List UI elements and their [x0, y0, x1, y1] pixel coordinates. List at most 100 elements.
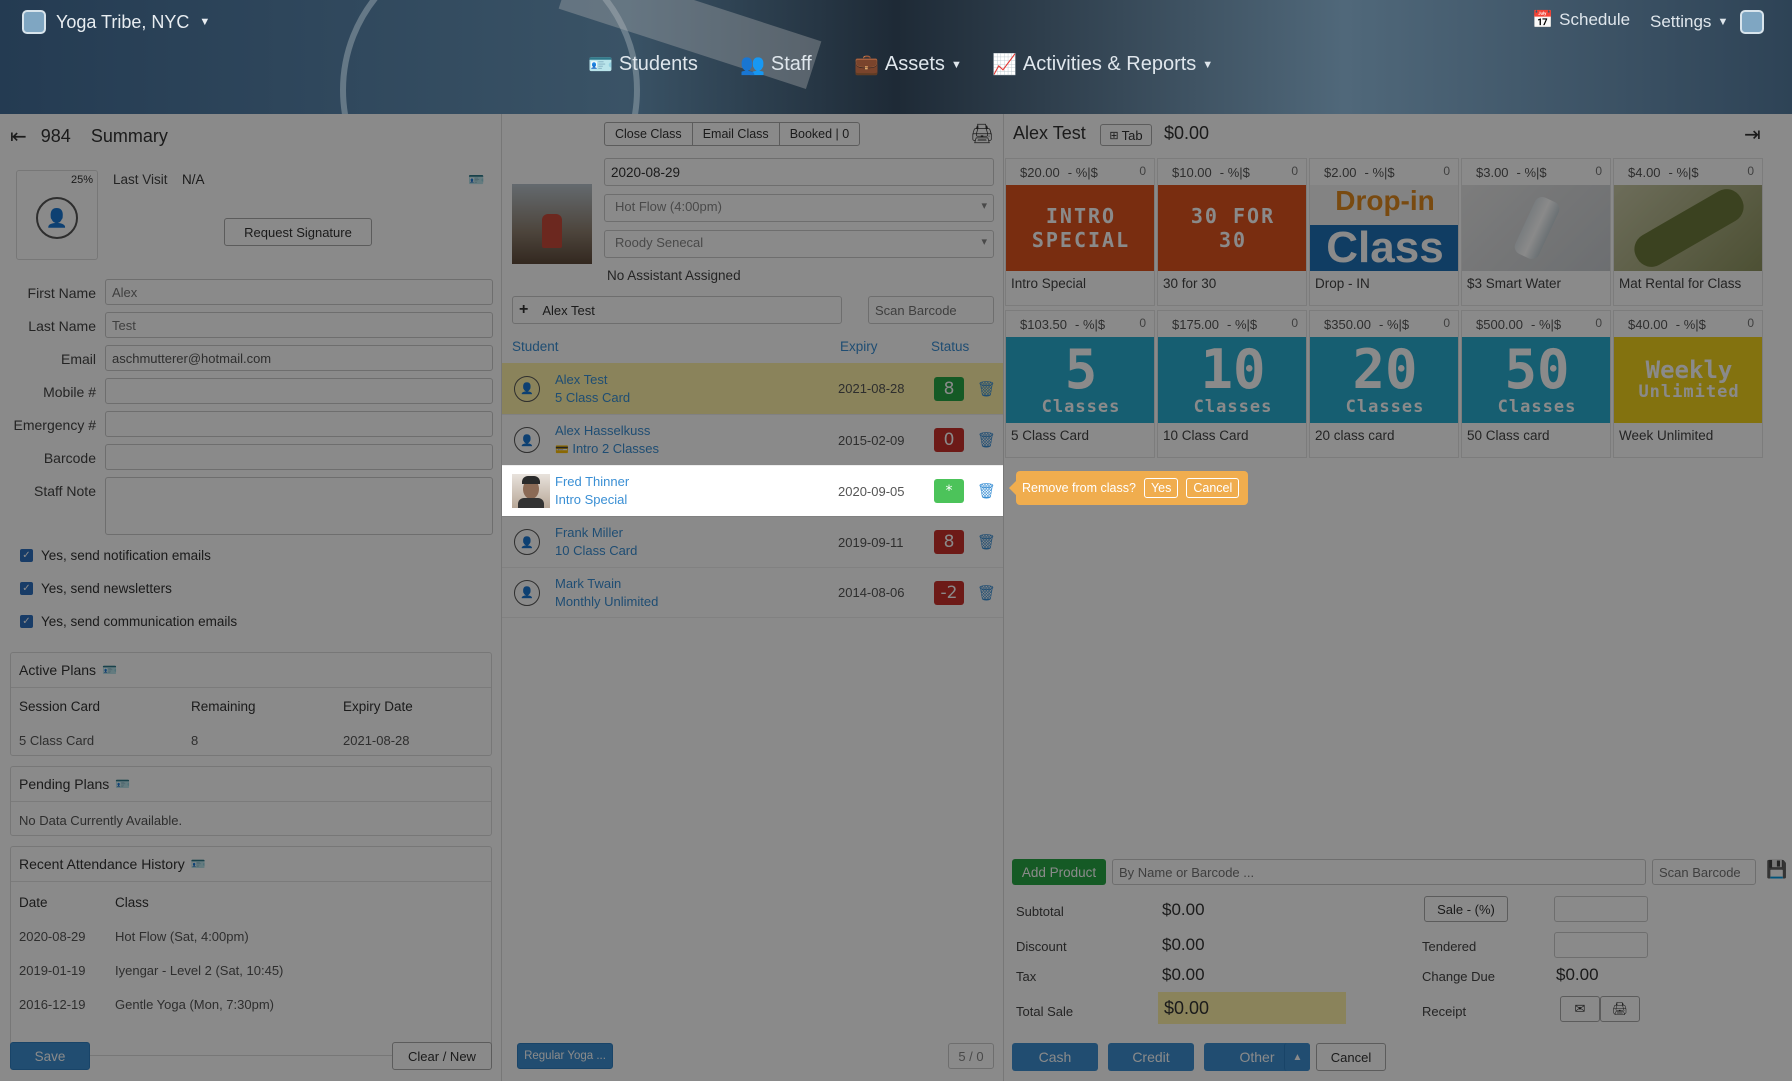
clear-new-button[interactable]: Clear / New: [392, 1042, 492, 1070]
product-tile[interactable]: $350.00 - %|$ 0 20 Classes 20 class card: [1309, 310, 1459, 458]
class-select[interactable]: Hot Flow (4:00pm) ▾: [604, 194, 994, 222]
table-row[interactable]: 👤 Alex Hasselkuss 💳 Intro 2 Classes 2015-…: [502, 414, 1003, 465]
nav-assets[interactable]: 💼 Assets ▼: [854, 52, 962, 77]
product-discount-toggle[interactable]: - %|$: [1220, 165, 1250, 180]
close-class-button[interactable]: Close Class: [605, 123, 693, 145]
email-receipt-button[interactable]: ✉: [1560, 996, 1600, 1022]
product-discount-toggle[interactable]: - %|$: [1379, 317, 1409, 332]
request-signature-button[interactable]: Request Signature: [224, 218, 372, 246]
nav-activities-reports[interactable]: 📈 Activities & Reports ▼: [992, 52, 1213, 77]
id-card-icon[interactable]: 🪪: [468, 172, 484, 188]
student-plan[interactable]: Intro 2 Classes: [572, 441, 659, 456]
product-discount-toggle[interactable]: - %|$: [1075, 317, 1105, 332]
product-quantity[interactable]: 0: [1443, 316, 1450, 330]
product-quantity[interactable]: 0: [1595, 316, 1602, 330]
print-icon[interactable]: 🖨: [970, 122, 994, 146]
product-search-input[interactable]: [1112, 859, 1646, 885]
status-badge[interactable]: -2: [934, 580, 964, 605]
student-name[interactable]: Mark Twain: [555, 575, 658, 593]
status-badge[interactable]: 8: [934, 376, 964, 401]
student-plan[interactable]: Intro Special: [555, 491, 629, 509]
table-row[interactable]: 👤 Alex Test 5 Class Card 2021-08-28 8 🗑: [502, 363, 1003, 414]
product-discount-toggle[interactable]: - %|$: [1227, 317, 1257, 332]
sale-discount-input[interactable]: [1554, 896, 1648, 922]
remove-yes-button[interactable]: Yes: [1143, 478, 1179, 498]
instructor-select[interactable]: Roody Senecal ▾: [604, 230, 994, 258]
nav-staff[interactable]: 👥 Staff: [740, 52, 812, 77]
print-receipt-button[interactable]: 🖨: [1600, 996, 1640, 1022]
add-student-field[interactable]: + Alex Test: [512, 296, 842, 324]
product-tile[interactable]: $2.00 - %|$ 0 Drop-in Class Drop - IN: [1309, 158, 1459, 306]
product-quantity[interactable]: 0: [1291, 164, 1298, 178]
product-tile[interactable]: $4.00 - %|$ 0 Mat Rental for Class: [1613, 158, 1763, 306]
product-tile[interactable]: $500.00 - %|$ 0 50 Classes 50 Class card: [1461, 310, 1611, 458]
student-plan[interactable]: 5 Class Card: [555, 389, 630, 407]
col-expiry[interactable]: Expiry: [840, 339, 878, 354]
booked-button[interactable]: Booked | 0: [780, 123, 860, 145]
product-tile[interactable]: $103.50 - %|$ 0 5 Classes 5 Class Card: [1005, 310, 1155, 458]
tab-button[interactable]: ⊞ Tab: [1100, 124, 1152, 146]
student-photo[interactable]: 25% 👤: [16, 170, 98, 260]
student-plan[interactable]: Monthly Unlimited: [555, 593, 658, 611]
product-quantity[interactable]: 0: [1595, 164, 1602, 178]
cash-button[interactable]: Cash: [1012, 1043, 1098, 1071]
product-discount-toggle[interactable]: - %|$: [1068, 165, 1098, 180]
product-discount-toggle[interactable]: - %|$: [1365, 165, 1395, 180]
product-quantity[interactable]: 0: [1747, 164, 1754, 178]
email-field[interactable]: [105, 345, 493, 371]
credit-button[interactable]: Credit: [1108, 1043, 1194, 1071]
student-name[interactable]: Alex Test: [555, 371, 630, 389]
product-quantity[interactable]: 0: [1291, 316, 1298, 330]
col-student[interactable]: Student: [512, 339, 559, 354]
mobile-field[interactable]: [105, 378, 493, 404]
class-date-field[interactable]: [604, 158, 994, 186]
table-row-highlighted[interactable]: Fred Thinner Intro Special 2020-09-05 * 🗑: [502, 465, 1003, 516]
product-tile[interactable]: $10.00 - %|$ 0 30 FOR 30 30 for 30: [1157, 158, 1307, 306]
save-button[interactable]: Save: [10, 1042, 90, 1070]
collapse-menu-icon[interactable]: ⇤: [10, 124, 27, 149]
student-plan[interactable]: 10 Class Card: [555, 542, 637, 560]
tendered-input[interactable]: [1554, 932, 1648, 958]
product-quantity[interactable]: 0: [1139, 316, 1146, 330]
barcode-field[interactable]: [105, 444, 493, 470]
schedule-link[interactable]: 📅 Schedule: [1532, 10, 1630, 30]
sale-discount-button[interactable]: Sale - (%): [1424, 896, 1508, 922]
product-tile[interactable]: $40.00 - %|$ 0 Weekly Unlimited Week Unlimite…: [1613, 310, 1763, 458]
product-discount-toggle[interactable]: - %|$: [1669, 165, 1699, 180]
trash-icon[interactable]: 🗑: [977, 380, 996, 398]
trash-icon[interactable]: 🗑: [977, 584, 996, 602]
settings-menu[interactable]: Settings ▼: [1650, 10, 1765, 34]
add-product-button[interactable]: Add Product: [1012, 859, 1106, 885]
notification-emails-checkbox[interactable]: ✓ Yes, send notification emails: [20, 548, 211, 563]
product-discount-toggle[interactable]: - %|$: [1676, 317, 1706, 332]
trash-icon[interactable]: 🗑: [977, 482, 996, 500]
student-name[interactable]: Fred Thinner: [555, 473, 629, 491]
last-name-field[interactable]: [105, 312, 493, 338]
col-status[interactable]: Status: [931, 339, 969, 354]
nav-students[interactable]: 🪪 Students: [588, 52, 698, 77]
pos-scan-barcode-input[interactable]: [1652, 859, 1756, 885]
student-name[interactable]: Frank Miller: [555, 524, 637, 542]
email-class-button[interactable]: Email Class: [693, 123, 780, 145]
product-tile[interactable]: $20.00 - %|$ 0 INTRO SPECIAL Intro Special: [1005, 158, 1155, 306]
product-quantity[interactable]: 0: [1443, 164, 1450, 178]
product-tile[interactable]: $175.00 - %|$ 0 10 Classes 10 Class Card: [1157, 310, 1307, 458]
studio-switcher[interactable]: Yoga Tribe, NYC ▼: [22, 10, 210, 34]
student-name[interactable]: Alex Hasselkuss: [555, 422, 659, 440]
other-dropdown-toggle[interactable]: ▲: [1284, 1043, 1310, 1071]
regular-yoga-button[interactable]: Regular Yoga ...: [517, 1043, 613, 1069]
trash-icon[interactable]: 🗑: [977, 533, 996, 551]
table-row[interactable]: 👤 Mark Twain Monthly Unlimited 2014-08-06…: [502, 567, 1003, 618]
product-quantity[interactable]: 0: [1747, 316, 1754, 330]
cancel-sale-button[interactable]: Cancel: [1316, 1043, 1386, 1071]
status-badge[interactable]: *: [934, 479, 964, 503]
product-quantity[interactable]: 0: [1139, 164, 1146, 178]
scan-barcode-input[interactable]: [868, 296, 994, 324]
table-row[interactable]: 👤 Frank Miller 10 Class Card 2019-09-11 8…: [502, 516, 1003, 567]
newsletters-checkbox[interactable]: ✓ Yes, send newsletters: [20, 581, 172, 596]
status-badge[interactable]: 8: [934, 530, 964, 554]
save-icon[interactable]: 💾: [1766, 860, 1787, 880]
emergency-field[interactable]: [105, 411, 493, 437]
product-discount-toggle[interactable]: - %|$: [1517, 165, 1547, 180]
first-name-field[interactable]: [105, 279, 493, 305]
